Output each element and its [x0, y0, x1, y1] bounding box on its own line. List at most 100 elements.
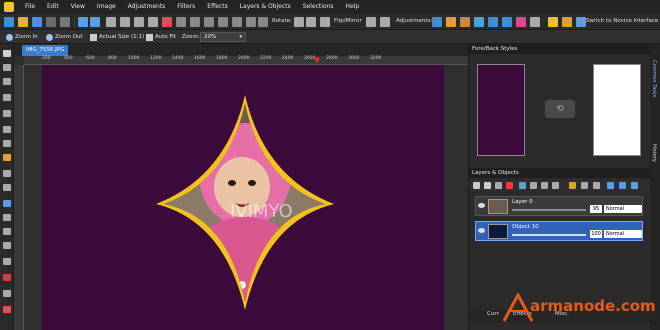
move-down-icon[interactable] — [619, 182, 626, 189]
swap-colors-button[interactable]: ⟲ — [545, 100, 575, 118]
levels-icon[interactable] — [460, 17, 470, 27]
menu-effects[interactable]: Effects — [201, 0, 233, 14]
flip-mirror-button[interactable]: Flip/Mirror — [334, 18, 362, 24]
tab-history[interactable]: History — [651, 144, 657, 162]
copy-icon[interactable] — [120, 17, 130, 27]
new-layer-icon[interactable] — [473, 182, 480, 189]
arrange-icon[interactable] — [593, 182, 600, 189]
move-tool-icon[interactable] — [3, 50, 11, 57]
menu-layers-objects[interactable]: Layers & Objects — [234, 0, 297, 14]
text-tool-icon[interactable] — [258, 17, 268, 27]
layer-icon[interactable] — [232, 17, 242, 27]
opacity-slider[interactable] — [512, 234, 586, 236]
straighten-tool-icon[interactable] — [3, 110, 11, 117]
brush-tool-icon[interactable] — [3, 200, 11, 207]
save-icon[interactable] — [32, 17, 42, 27]
menu-edit[interactable]: Edit — [41, 0, 65, 14]
smudge-tool-icon[interactable] — [3, 290, 11, 297]
sharpen-icon[interactable] — [502, 17, 512, 27]
color-balance-icon[interactable] — [446, 17, 456, 27]
move-up-icon[interactable] — [607, 182, 614, 189]
layer-row-selected[interactable]: Object 10 100 Normal — [475, 221, 643, 241]
resize-icon[interactable] — [190, 17, 200, 27]
menu-image[interactable]: Image — [91, 0, 122, 14]
menu-help[interactable]: Help — [340, 0, 366, 14]
undo-icon[interactable] — [78, 17, 88, 27]
delete-layer-icon[interactable] — [506, 182, 513, 189]
new-file-icon[interactable] — [4, 17, 14, 27]
layer-row[interactable]: Layer 0 95 Normal — [475, 196, 643, 216]
background-style-swatch[interactable] — [593, 64, 641, 156]
crop-tool-icon[interactable] — [3, 94, 11, 101]
saturation-icon[interactable] — [488, 17, 498, 27]
text-tool-icon[interactable] — [3, 170, 11, 177]
opacity-value[interactable]: 100 — [590, 230, 602, 238]
scan-icon[interactable] — [60, 17, 70, 27]
open-folder-icon[interactable] — [18, 17, 28, 27]
flip-icon[interactable] — [366, 17, 376, 27]
document-tab[interactable]: IMG_7556.JPG — [22, 45, 69, 56]
rotate-right-icon[interactable] — [306, 17, 316, 27]
fill-tool-icon[interactable] — [3, 228, 11, 235]
zoom-tool-icon[interactable] — [3, 78, 11, 85]
brightness-icon[interactable] — [432, 17, 442, 27]
menu-file[interactable]: File — [19, 0, 41, 14]
mirror-icon[interactable] — [380, 17, 390, 27]
group-icon[interactable] — [569, 182, 576, 189]
pan-tool-icon[interactable] — [3, 64, 11, 71]
foreground-style-swatch[interactable] — [477, 64, 525, 156]
shape-tool-icon[interactable] — [3, 184, 11, 191]
red-eye-icon[interactable] — [516, 17, 526, 27]
clone-tool-icon[interactable] — [3, 214, 11, 221]
menu-filters[interactable]: Filters — [171, 0, 201, 14]
switch-mode-icon[interactable] — [576, 17, 586, 27]
redo-icon[interactable] — [90, 17, 100, 27]
red-eye-tool-icon[interactable] — [3, 274, 11, 281]
blur-icon[interactable] — [530, 17, 540, 27]
duplicate-icon[interactable] — [495, 182, 502, 189]
rotate-any-icon[interactable] — [320, 17, 330, 27]
move-top-icon[interactable] — [631, 182, 638, 189]
fore-color-icon[interactable] — [3, 306, 11, 313]
new-object-icon[interactable] — [484, 182, 491, 189]
object-icon[interactable] — [246, 17, 256, 27]
auto-fit-button[interactable]: Auto Fit — [146, 32, 176, 42]
opacity-value[interactable]: 95 — [590, 205, 602, 213]
hue-icon[interactable] — [474, 17, 484, 27]
star-icon[interactable] — [548, 17, 558, 27]
blend-mode-select[interactable]: Normal — [604, 230, 642, 238]
visibility-eye-icon[interactable] — [478, 228, 485, 233]
blend-mode-select[interactable]: Normal — [604, 205, 642, 213]
selection-icon[interactable] — [218, 17, 228, 27]
properties-icon[interactable] — [530, 182, 537, 189]
canvas-size-icon[interactable] — [204, 17, 214, 27]
tab-common-tasks[interactable]: Common Tasks — [651, 60, 657, 98]
magic-wand-icon[interactable] — [3, 154, 11, 161]
delete-icon[interactable] — [162, 17, 172, 27]
select-tool-icon[interactable] — [3, 126, 11, 133]
lasso-tool-icon[interactable] — [3, 140, 11, 147]
mask-icon[interactable] — [541, 182, 548, 189]
print-icon[interactable] — [46, 17, 56, 27]
switch-novice-button[interactable]: Switch to Novice Interface — [586, 18, 658, 24]
lock-icon[interactable] — [552, 182, 559, 189]
menu-selections[interactable]: Selections — [297, 0, 340, 14]
menu-adjustments[interactable]: Adjustments — [122, 0, 172, 14]
align-icon[interactable] — [581, 182, 588, 189]
actual-size-button[interactable]: Actual Size (1:1) — [90, 32, 144, 42]
zoom-select[interactable]: 20% ▾ — [200, 32, 246, 42]
rotate-left-icon[interactable] — [294, 17, 304, 27]
opacity-slider[interactable] — [512, 209, 586, 211]
magic-icon[interactable] — [562, 17, 572, 27]
menu-view[interactable]: View — [65, 0, 91, 14]
paste-icon[interactable] — [134, 17, 144, 27]
paste-new-icon[interactable] — [148, 17, 158, 27]
dropper-tool-icon[interactable] — [3, 258, 11, 265]
cut-icon[interactable] — [106, 17, 116, 27]
eraser-tool-icon[interactable] — [3, 242, 11, 249]
visibility-eye-icon[interactable] — [478, 203, 485, 208]
crop-icon[interactable] — [176, 17, 186, 27]
zoom-in-button[interactable]: Zoom In — [6, 32, 38, 42]
merge-icon[interactable] — [519, 182, 526, 189]
zoom-out-button[interactable]: Zoom Out — [46, 32, 83, 42]
